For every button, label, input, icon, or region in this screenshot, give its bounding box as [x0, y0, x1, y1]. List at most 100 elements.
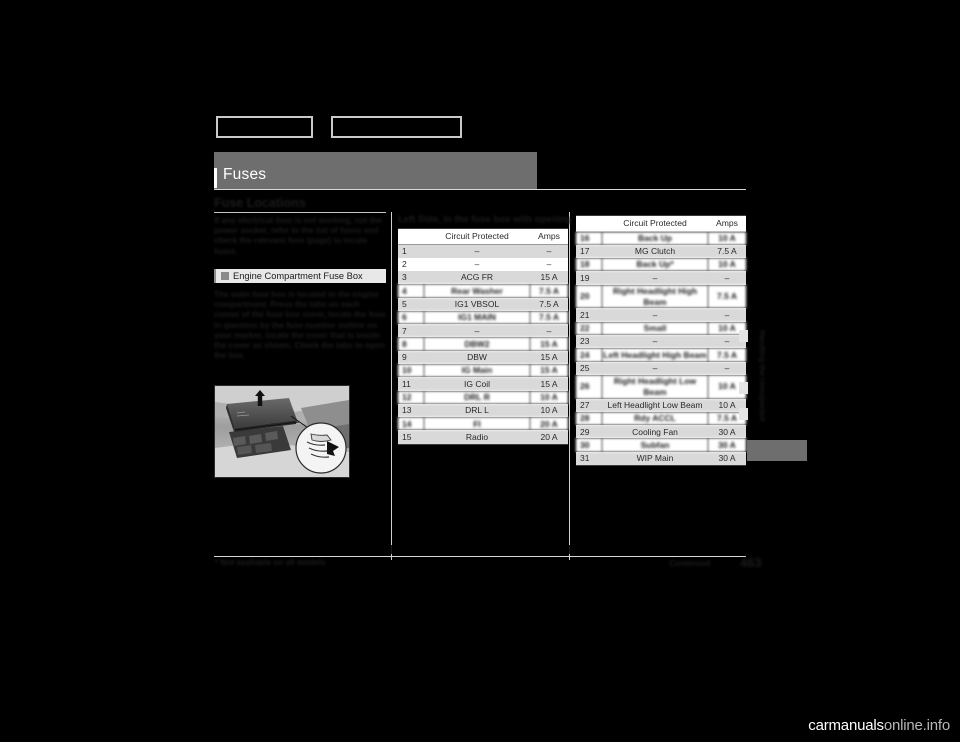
cell-amps: 7.5 A	[530, 284, 568, 298]
cell-circuit-protected: Back Up	[602, 231, 708, 245]
header-circuit-protected: Circuit Protected	[424, 228, 530, 245]
cell-circuit-protected: IG Main	[424, 364, 530, 378]
table-row: 19– –	[576, 271, 746, 285]
subsection-header-bar: Engine Compartment Fuse Box	[214, 269, 386, 283]
cell-circuit-protected: WIP Main	[602, 451, 708, 466]
cell-circuit-protected: Cooling Fan	[602, 425, 708, 439]
cell-amps: –	[708, 361, 746, 375]
cell-fuse-number: 24	[576, 348, 602, 362]
table-row: 28 Rdy ACCL 7.5 A	[576, 411, 746, 426]
cell-fuse-number: 30	[576, 438, 602, 452]
cell-amps: 7.5 A	[530, 297, 568, 311]
table-header-row: Circuit Protected Amps	[576, 215, 746, 232]
fuse-table-right: Circuit Protected Amps 16 Back Up 10 A 17 MG…	[576, 215, 746, 466]
cell-fuse-number: 21	[576, 308, 602, 322]
table-row: 15 Radio 20 A	[398, 430, 568, 445]
cell-fuse-number: 14	[398, 417, 424, 431]
cell-amps: 10 A	[530, 403, 568, 418]
cell-amps: –	[530, 257, 568, 272]
cell-amps: 10 A	[708, 258, 746, 272]
cell-amps: 7.5 A	[708, 348, 746, 362]
cell-fuse-number: 18	[576, 258, 602, 272]
cell-amps: 15 A	[530, 377, 568, 391]
header-amps: Amps	[708, 215, 746, 232]
cell-amps: 15 A	[530, 364, 568, 378]
cell-fuse-number: 12	[398, 390, 424, 404]
body-paragraph: The main fuse box is located in the engi…	[214, 290, 386, 361]
table-row: 12 DRL R 10 A	[398, 390, 568, 404]
cell-amps: 30 A	[708, 451, 746, 466]
cell-circuit-protected: Subfan	[602, 438, 708, 452]
footnote-text: * Not available on all models	[215, 558, 326, 567]
cell-fuse-number: 28	[576, 411, 602, 426]
nav-box-previous[interactable]	[216, 116, 313, 138]
cell-amps: 7.5 A	[530, 310, 568, 325]
header-fuse-number	[576, 215, 602, 232]
cell-circuit-protected: –	[602, 271, 708, 285]
table-row: 2– –	[398, 257, 568, 272]
cell-fuse-number: 17	[576, 244, 602, 259]
pdf-page-canvas: Fuses Fuse Locations If any electrical i…	[0, 0, 960, 742]
cell-amps: 30 A	[708, 425, 746, 439]
cell-amps: 30 A	[708, 438, 746, 452]
fuse-table-middle: Circuit Protected Amps 1– –2– –3 ACG FR 15 A…	[398, 228, 568, 445]
cell-fuse-number: 5	[398, 297, 424, 311]
table-row: 22 Small 10 A	[576, 321, 746, 335]
cell-amps: 20 A	[530, 417, 568, 431]
cell-amps: 7.5 A	[708, 244, 746, 259]
fuse-table-right-body: 16 Back Up 10 A 17 MG Clutch 7.5 A 18 Back Up* 1…	[576, 231, 746, 466]
left-column-top-rule	[214, 212, 386, 213]
cell-fuse-number: 16	[576, 231, 602, 245]
cell-amps: 15 A	[530, 271, 568, 285]
footer-chapter-label: Continued	[669, 558, 711, 568]
cell-circuit-protected: MG Clutch	[602, 244, 708, 259]
fuse-table-right-head: Circuit Protected Amps	[576, 215, 746, 232]
cell-fuse-number: 11	[398, 377, 424, 391]
cell-amps: –	[530, 324, 568, 338]
table-row: 20 Right Headlight High Beam 7.5 A	[576, 284, 746, 309]
cell-circuit-protected: Left Headlight Low Beam	[602, 398, 708, 412]
site-watermark: carmanualsonline.info	[808, 717, 950, 734]
cell-fuse-number: 22	[576, 321, 602, 335]
table-row: 7– –	[398, 324, 568, 338]
cell-amps: 15 A	[530, 350, 568, 365]
cell-circuit-protected: IG Coil	[424, 377, 530, 391]
cell-circuit-protected: Right Headlight Low Beam	[602, 374, 708, 399]
cell-fuse-number: 9	[398, 350, 424, 365]
cell-circuit-protected: –	[424, 324, 530, 338]
cell-fuse-number: 19	[576, 271, 602, 285]
cell-circuit-protected: DRL L	[424, 403, 530, 418]
table-row: 4 Rear Washer 7.5 A	[398, 284, 568, 298]
cell-circuit-protected: –	[424, 257, 530, 272]
table-row: 29 Cooling Fan 30 A	[576, 425, 746, 439]
cell-fuse-number: 2	[398, 257, 424, 272]
cell-fuse-number: 26	[576, 374, 602, 399]
side-notch-3	[739, 382, 748, 394]
footer-tick-left	[391, 545, 392, 554]
fuse-table-middle-body: 1– –2– –3 ACG FR 15 A 4 Rear Washer 7.5 A 5 IG1 V…	[398, 244, 568, 445]
cell-fuse-number: 10	[398, 364, 424, 378]
side-notch-4	[739, 408, 748, 420]
cell-fuse-number: 8	[398, 337, 424, 351]
subsection-swatch-icon	[221, 272, 229, 280]
nav-box-next[interactable]	[331, 116, 462, 138]
cell-fuse-number: 25	[576, 361, 602, 375]
chapter-header-bar: Fuses	[214, 152, 537, 190]
cell-circuit-protected: IG1 MAIN	[424, 310, 530, 325]
side-index-label: Handling the Unexpected	[758, 330, 767, 422]
table-row: 10 IG Main 15 A	[398, 364, 568, 378]
column-separator-2	[569, 212, 570, 560]
chapter-accent-rule	[214, 168, 217, 188]
table-row: 23– –	[576, 334, 746, 349]
cell-circuit-protected: –	[602, 361, 708, 375]
watermark-suffix: online.info	[883, 717, 950, 734]
header-fuse-number	[398, 228, 424, 245]
cell-circuit-protected: ACG FR	[424, 271, 530, 285]
table-row: 1– –	[398, 244, 568, 258]
cell-amps: –	[530, 244, 568, 258]
cell-circuit-protected: IG1 VBSOL	[424, 297, 530, 311]
intro-paragraph: If any electrical item is not working, n…	[214, 216, 382, 256]
table-row: 6 IG1 MAIN 7.5 A	[398, 310, 568, 325]
table-middle-caption: Left Side, in the fuse box with opening	[398, 214, 572, 225]
footer-tick-right	[569, 545, 570, 554]
